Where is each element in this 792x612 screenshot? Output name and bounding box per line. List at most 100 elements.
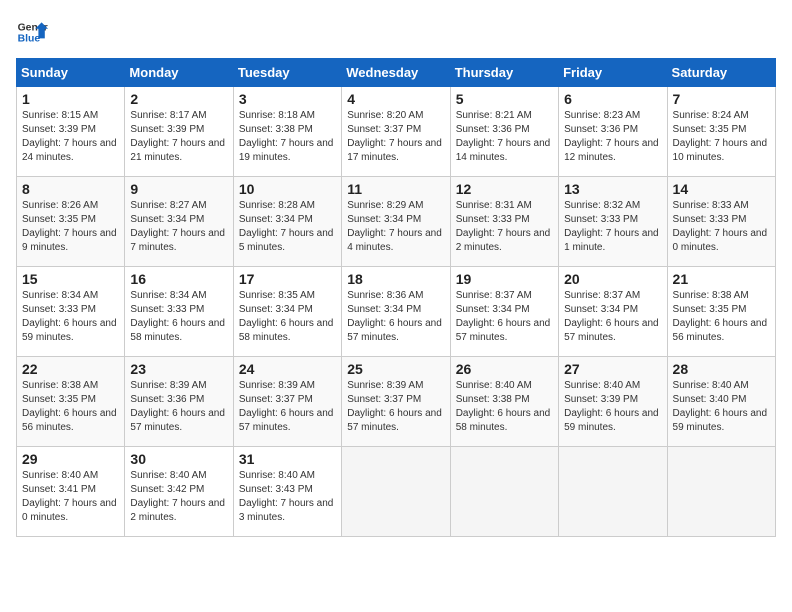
day-number: 4 — [347, 91, 444, 107]
calendar-cell: 20 Sunrise: 8:37 AMSunset: 3:34 PMDaylig… — [559, 267, 667, 357]
header: General Blue — [16, 16, 776, 48]
day-number: 25 — [347, 361, 444, 377]
day-number: 24 — [239, 361, 336, 377]
cell-content: Sunrise: 8:37 AMSunset: 3:34 PMDaylight:… — [564, 289, 661, 345]
calendar-cell: 19 Sunrise: 8:37 AMSunset: 3:34 PMDaylig… — [450, 267, 558, 357]
calendar-cell — [667, 447, 775, 537]
day-number: 5 — [456, 91, 553, 107]
cell-content: Sunrise: 8:31 AMSunset: 3:33 PMDaylight:… — [456, 199, 553, 255]
cell-content: Sunrise: 8:34 AMSunset: 3:33 PMDaylight:… — [130, 289, 227, 345]
calendar-cell: 23 Sunrise: 8:39 AMSunset: 3:36 PMDaylig… — [125, 357, 233, 447]
cell-content: Sunrise: 8:40 AMSunset: 3:43 PMDaylight:… — [239, 469, 336, 525]
cell-content: Sunrise: 8:39 AMSunset: 3:37 PMDaylight:… — [347, 379, 444, 435]
day-number: 9 — [130, 181, 227, 197]
day-number: 12 — [456, 181, 553, 197]
day-header-friday: Friday — [559, 59, 667, 87]
cell-content: Sunrise: 8:35 AMSunset: 3:34 PMDaylight:… — [239, 289, 336, 345]
calendar-table: SundayMondayTuesdayWednesdayThursdayFrid… — [16, 58, 776, 537]
calendar-cell — [342, 447, 450, 537]
cell-content: Sunrise: 8:32 AMSunset: 3:33 PMDaylight:… — [564, 199, 661, 255]
day-number: 13 — [564, 181, 661, 197]
day-number: 14 — [673, 181, 770, 197]
day-number: 2 — [130, 91, 227, 107]
calendar-cell: 24 Sunrise: 8:39 AMSunset: 3:37 PMDaylig… — [233, 357, 341, 447]
logo-icon: General Blue — [16, 16, 48, 48]
calendar-cell: 7 Sunrise: 8:24 AMSunset: 3:35 PMDayligh… — [667, 87, 775, 177]
calendar-cell — [559, 447, 667, 537]
day-number: 18 — [347, 271, 444, 287]
cell-content: Sunrise: 8:27 AMSunset: 3:34 PMDaylight:… — [130, 199, 227, 255]
calendar-cell: 25 Sunrise: 8:39 AMSunset: 3:37 PMDaylig… — [342, 357, 450, 447]
calendar-week-1: 1 Sunrise: 8:15 AMSunset: 3:39 PMDayligh… — [17, 87, 776, 177]
cell-content: Sunrise: 8:21 AMSunset: 3:36 PMDaylight:… — [456, 109, 553, 165]
day-number: 22 — [22, 361, 119, 377]
cell-content: Sunrise: 8:40 AMSunset: 3:40 PMDaylight:… — [673, 379, 770, 435]
cell-content: Sunrise: 8:40 AMSunset: 3:38 PMDaylight:… — [456, 379, 553, 435]
calendar-cell: 5 Sunrise: 8:21 AMSunset: 3:36 PMDayligh… — [450, 87, 558, 177]
cell-content: Sunrise: 8:15 AMSunset: 3:39 PMDaylight:… — [22, 109, 119, 165]
day-number: 29 — [22, 451, 119, 467]
day-number: 17 — [239, 271, 336, 287]
cell-content: Sunrise: 8:38 AMSunset: 3:35 PMDaylight:… — [22, 379, 119, 435]
cell-content: Sunrise: 8:38 AMSunset: 3:35 PMDaylight:… — [673, 289, 770, 345]
svg-text:Blue: Blue — [18, 34, 41, 45]
day-number: 27 — [564, 361, 661, 377]
cell-content: Sunrise: 8:23 AMSunset: 3:36 PMDaylight:… — [564, 109, 661, 165]
cell-content: Sunrise: 8:24 AMSunset: 3:35 PMDaylight:… — [673, 109, 770, 165]
calendar-cell: 15 Sunrise: 8:34 AMSunset: 3:33 PMDaylig… — [17, 267, 125, 357]
day-number: 15 — [22, 271, 119, 287]
day-number: 3 — [239, 91, 336, 107]
cell-content: Sunrise: 8:39 AMSunset: 3:37 PMDaylight:… — [239, 379, 336, 435]
cell-content: Sunrise: 8:17 AMSunset: 3:39 PMDaylight:… — [130, 109, 227, 165]
day-number: 7 — [673, 91, 770, 107]
calendar-cell: 6 Sunrise: 8:23 AMSunset: 3:36 PMDayligh… — [559, 87, 667, 177]
cell-content: Sunrise: 8:37 AMSunset: 3:34 PMDaylight:… — [456, 289, 553, 345]
calendar-cell: 4 Sunrise: 8:20 AMSunset: 3:37 PMDayligh… — [342, 87, 450, 177]
day-number: 16 — [130, 271, 227, 287]
calendar-cell: 17 Sunrise: 8:35 AMSunset: 3:34 PMDaylig… — [233, 267, 341, 357]
cell-content: Sunrise: 8:33 AMSunset: 3:33 PMDaylight:… — [673, 199, 770, 255]
calendar-cell: 18 Sunrise: 8:36 AMSunset: 3:34 PMDaylig… — [342, 267, 450, 357]
cell-content: Sunrise: 8:40 AMSunset: 3:42 PMDaylight:… — [130, 469, 227, 525]
calendar-week-2: 8 Sunrise: 8:26 AMSunset: 3:35 PMDayligh… — [17, 177, 776, 267]
calendar-week-4: 22 Sunrise: 8:38 AMSunset: 3:35 PMDaylig… — [17, 357, 776, 447]
day-number: 1 — [22, 91, 119, 107]
day-header-monday: Monday — [125, 59, 233, 87]
day-number: 21 — [673, 271, 770, 287]
cell-content: Sunrise: 8:40 AMSunset: 3:41 PMDaylight:… — [22, 469, 119, 525]
day-number: 8 — [22, 181, 119, 197]
calendar-cell — [450, 447, 558, 537]
cell-content: Sunrise: 8:26 AMSunset: 3:35 PMDaylight:… — [22, 199, 119, 255]
calendar-cell: 14 Sunrise: 8:33 AMSunset: 3:33 PMDaylig… — [667, 177, 775, 267]
day-header-saturday: Saturday — [667, 59, 775, 87]
day-number: 6 — [564, 91, 661, 107]
calendar-cell: 31 Sunrise: 8:40 AMSunset: 3:43 PMDaylig… — [233, 447, 341, 537]
calendar-cell: 9 Sunrise: 8:27 AMSunset: 3:34 PMDayligh… — [125, 177, 233, 267]
calendar-cell: 8 Sunrise: 8:26 AMSunset: 3:35 PMDayligh… — [17, 177, 125, 267]
cell-content: Sunrise: 8:29 AMSunset: 3:34 PMDaylight:… — [347, 199, 444, 255]
cell-content: Sunrise: 8:20 AMSunset: 3:37 PMDaylight:… — [347, 109, 444, 165]
calendar-cell: 13 Sunrise: 8:32 AMSunset: 3:33 PMDaylig… — [559, 177, 667, 267]
calendar-week-5: 29 Sunrise: 8:40 AMSunset: 3:41 PMDaylig… — [17, 447, 776, 537]
day-header-wednesday: Wednesday — [342, 59, 450, 87]
day-number: 11 — [347, 181, 444, 197]
day-number: 19 — [456, 271, 553, 287]
cell-content: Sunrise: 8:36 AMSunset: 3:34 PMDaylight:… — [347, 289, 444, 345]
cell-content: Sunrise: 8:18 AMSunset: 3:38 PMDaylight:… — [239, 109, 336, 165]
cell-content: Sunrise: 8:40 AMSunset: 3:39 PMDaylight:… — [564, 379, 661, 435]
calendar-week-3: 15 Sunrise: 8:34 AMSunset: 3:33 PMDaylig… — [17, 267, 776, 357]
calendar-cell: 29 Sunrise: 8:40 AMSunset: 3:41 PMDaylig… — [17, 447, 125, 537]
day-number: 31 — [239, 451, 336, 467]
cell-content: Sunrise: 8:39 AMSunset: 3:36 PMDaylight:… — [130, 379, 227, 435]
day-header-sunday: Sunday — [17, 59, 125, 87]
day-number: 10 — [239, 181, 336, 197]
day-header-thursday: Thursday — [450, 59, 558, 87]
day-number: 30 — [130, 451, 227, 467]
cell-content: Sunrise: 8:34 AMSunset: 3:33 PMDaylight:… — [22, 289, 119, 345]
cell-content: Sunrise: 8:28 AMSunset: 3:34 PMDaylight:… — [239, 199, 336, 255]
day-number: 23 — [130, 361, 227, 377]
day-number: 28 — [673, 361, 770, 377]
calendar-cell: 26 Sunrise: 8:40 AMSunset: 3:38 PMDaylig… — [450, 357, 558, 447]
calendar-cell: 1 Sunrise: 8:15 AMSunset: 3:39 PMDayligh… — [17, 87, 125, 177]
calendar-cell: 27 Sunrise: 8:40 AMSunset: 3:39 PMDaylig… — [559, 357, 667, 447]
